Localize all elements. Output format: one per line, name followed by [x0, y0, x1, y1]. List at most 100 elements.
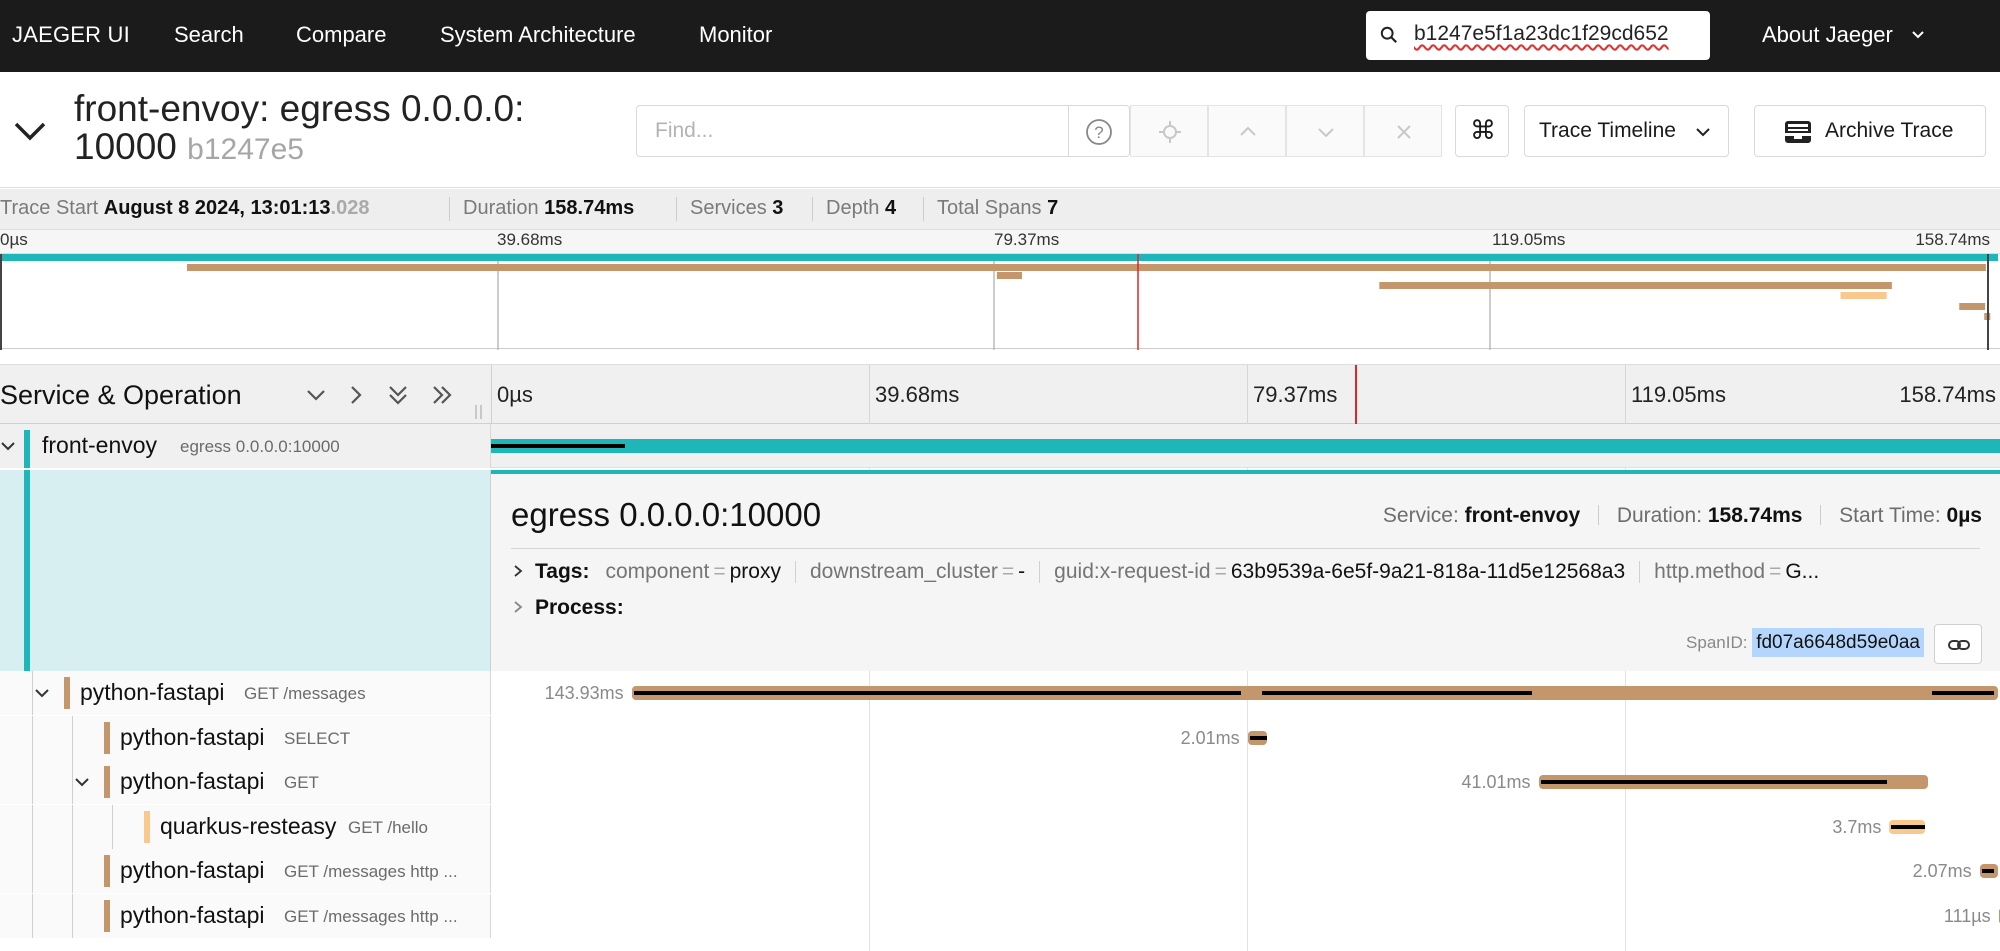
nav-system-architecture-link[interactable]: System Architecture	[440, 22, 636, 48]
span-duration-label: 2.01ms	[1180, 727, 1240, 748]
collapse-trace-chevron-icon[interactable]	[12, 116, 48, 144]
copy-link-button[interactable]	[1934, 624, 1982, 664]
tree-guide	[32, 671, 33, 715]
minimap-span-bar	[1959, 303, 1986, 310]
chevron-down-icon[interactable]	[0, 438, 16, 454]
search-icon	[1380, 26, 1397, 43]
chevron-down-icon[interactable]	[1911, 28, 1925, 42]
span-row-python-fastapi[interactable]: python-fastapi GET /messages http ... 2.07…	[0, 849, 2000, 893]
timeline-tick: 119.05ms	[1631, 382, 1726, 407]
chevron-right-icon[interactable]	[511, 600, 525, 614]
tree-guide	[32, 804, 33, 849]
span-row-python-fastapi[interactable]: python-fastapi SELECT 2.01ms	[0, 715, 2000, 760]
span-id-value[interactable]: fd07a6648d59e0aa	[1752, 628, 1924, 657]
tree-guide	[72, 804, 73, 849]
critical-path-segment	[1540, 780, 1888, 784]
span-name-cell[interactable]: front-envoy egress 0.0.0.0:10000	[0, 424, 491, 468]
service-color-bar	[24, 470, 30, 671]
span-operation-name: egress 0.0.0.0:10000	[180, 437, 340, 456]
span-bar[interactable]	[491, 439, 2000, 453]
service-color-bar	[144, 810, 150, 843]
process-section[interactable]: Process:	[511, 596, 1981, 620]
keyboard-shortcuts-button[interactable]: ⌘	[1455, 105, 1509, 157]
service-color-bar	[104, 766, 110, 798]
span-row-python-fastapi[interactable]: python-fastapi GET /messages 143.93ms	[0, 671, 2000, 715]
chevron-down-icon[interactable]	[34, 685, 50, 701]
span-name-cell[interactable]: python-fastapi SELECT	[0, 715, 491, 760]
trace-id-value: b1247e5f1a23dc1f29cd652	[1414, 22, 1669, 45]
tree-guide	[72, 893, 73, 938]
nav-compare-link[interactable]: Compare	[296, 22, 386, 48]
span-row-python-fastapi[interactable]: python-fastapi GET 41.01ms	[0, 760, 2000, 804]
span-name-cell[interactable]: python-fastapi GET	[0, 760, 491, 804]
span-name-cell[interactable]: python-fastapi GET /messages	[0, 671, 491, 715]
chevron-right-icon[interactable]	[511, 564, 525, 578]
span-service-name: quarkus-resteasy	[160, 812, 337, 839]
find-input[interactable]	[637, 106, 1069, 156]
brand-logo[interactable]: JAEGER UI	[12, 22, 130, 48]
timeline-tick: 158.74ms	[1899, 382, 1996, 407]
collapse-one-icon[interactable]	[302, 381, 330, 409]
tree-guide	[72, 849, 73, 893]
span-service-name: python-fastapi	[80, 679, 225, 705]
trace-summary: Trace Start August 8 2024, 13:01:13.028 …	[0, 189, 2000, 229]
header-gridline	[1247, 365, 1248, 425]
tree-guide	[72, 760, 73, 804]
header-gridline	[869, 365, 870, 425]
minimap-span-bar	[2, 254, 1998, 261]
view-mode-select[interactable]: Trace Timeline	[1524, 105, 1729, 157]
column-divider	[491, 365, 492, 425]
tags-section[interactable]: Tags: component = proxy downstream_cluster = -…	[511, 560, 1981, 584]
span-name-cell[interactable]: quarkus-resteasy GET /hello	[0, 804, 491, 849]
expand-one-icon[interactable]	[342, 381, 370, 409]
minimap-tick: 79.37ms	[994, 230, 1060, 249]
about-jaeger-menu[interactable]: About Jaeger	[1762, 22, 1893, 48]
summary-divider	[812, 197, 813, 221]
column-resize-handle[interactable]	[474, 405, 484, 419]
span-operation-name: GET	[284, 773, 319, 792]
trace-duration: Duration 158.74ms	[463, 197, 635, 219]
minimap-tick: 158.74ms	[1915, 230, 1990, 249]
trace-services: Services 3	[690, 197, 784, 219]
span-row-quarkus-resteasy[interactable]: quarkus-resteasy GET /hello 3.7ms	[0, 804, 2000, 849]
crosshair-icon	[1159, 121, 1181, 143]
span-name-cell[interactable]: python-fastapi GET /messages http ...	[0, 849, 491, 893]
trace-minimap[interactable]: 0µs 39.68ms 79.37ms 119.05ms 158.74ms	[0, 229, 2000, 350]
trace-id-search-input[interactable]: b1247e5f1a23dc1f29cd652	[1366, 11, 1710, 60]
nav-search-link[interactable]: Search	[174, 22, 244, 48]
tree-guide	[32, 849, 33, 893]
hover-cursor-line	[1355, 365, 1357, 425]
minimap-tick: 39.68ms	[497, 230, 563, 249]
previous-match-button[interactable]	[1208, 105, 1286, 157]
close-icon	[1397, 125, 1411, 139]
timeline-tick: 39.68ms	[875, 382, 960, 407]
span-row-python-fastapi[interactable]: python-fastapi GET /messages http ... 111µ…	[0, 893, 2000, 938]
service-color-bar	[104, 899, 110, 932]
expand-all-icon[interactable]	[428, 381, 456, 409]
span-rows: front-envoy egress 0.0.0.0:10000 egress …	[0, 424, 2000, 951]
service-color-bar	[24, 430, 30, 468]
chevron-down-icon[interactable]	[74, 774, 90, 790]
next-match-button[interactable]	[1286, 105, 1364, 157]
span-duration-label: 143.93ms	[544, 683, 624, 703]
tree-guide	[32, 715, 33, 760]
span-name-cell[interactable]: python-fastapi GET /messages http ...	[0, 893, 491, 938]
span-operation-name: GET /messages http ...	[284, 862, 458, 881]
span-service-name: front-envoy	[42, 432, 158, 458]
clear-search-button[interactable]	[1364, 105, 1442, 157]
critical-path-segment	[633, 691, 1242, 695]
chevron-up-icon	[1240, 126, 1256, 136]
link-icon	[1948, 640, 1970, 650]
minimap-canvas[interactable]	[0, 254, 2000, 350]
critical-path-segment	[1891, 824, 1925, 829]
span-operation-name: GET /hello	[348, 817, 429, 837]
archive-icon	[1785, 121, 1811, 143]
span-duration-label: 41.01ms	[1461, 772, 1531, 792]
locate-match-button[interactable]	[1130, 105, 1208, 157]
help-icon[interactable]: ?	[1085, 118, 1113, 146]
archive-trace-button[interactable]: Archive Trace	[1754, 105, 1986, 157]
detail-operation-name: egress 0.0.0.0:10000	[511, 496, 822, 533]
span-row-front-envoy[interactable]: front-envoy egress 0.0.0.0:10000	[0, 424, 2000, 468]
nav-monitor-link[interactable]: Monitor	[699, 22, 772, 48]
collapse-all-icon[interactable]	[384, 381, 412, 409]
